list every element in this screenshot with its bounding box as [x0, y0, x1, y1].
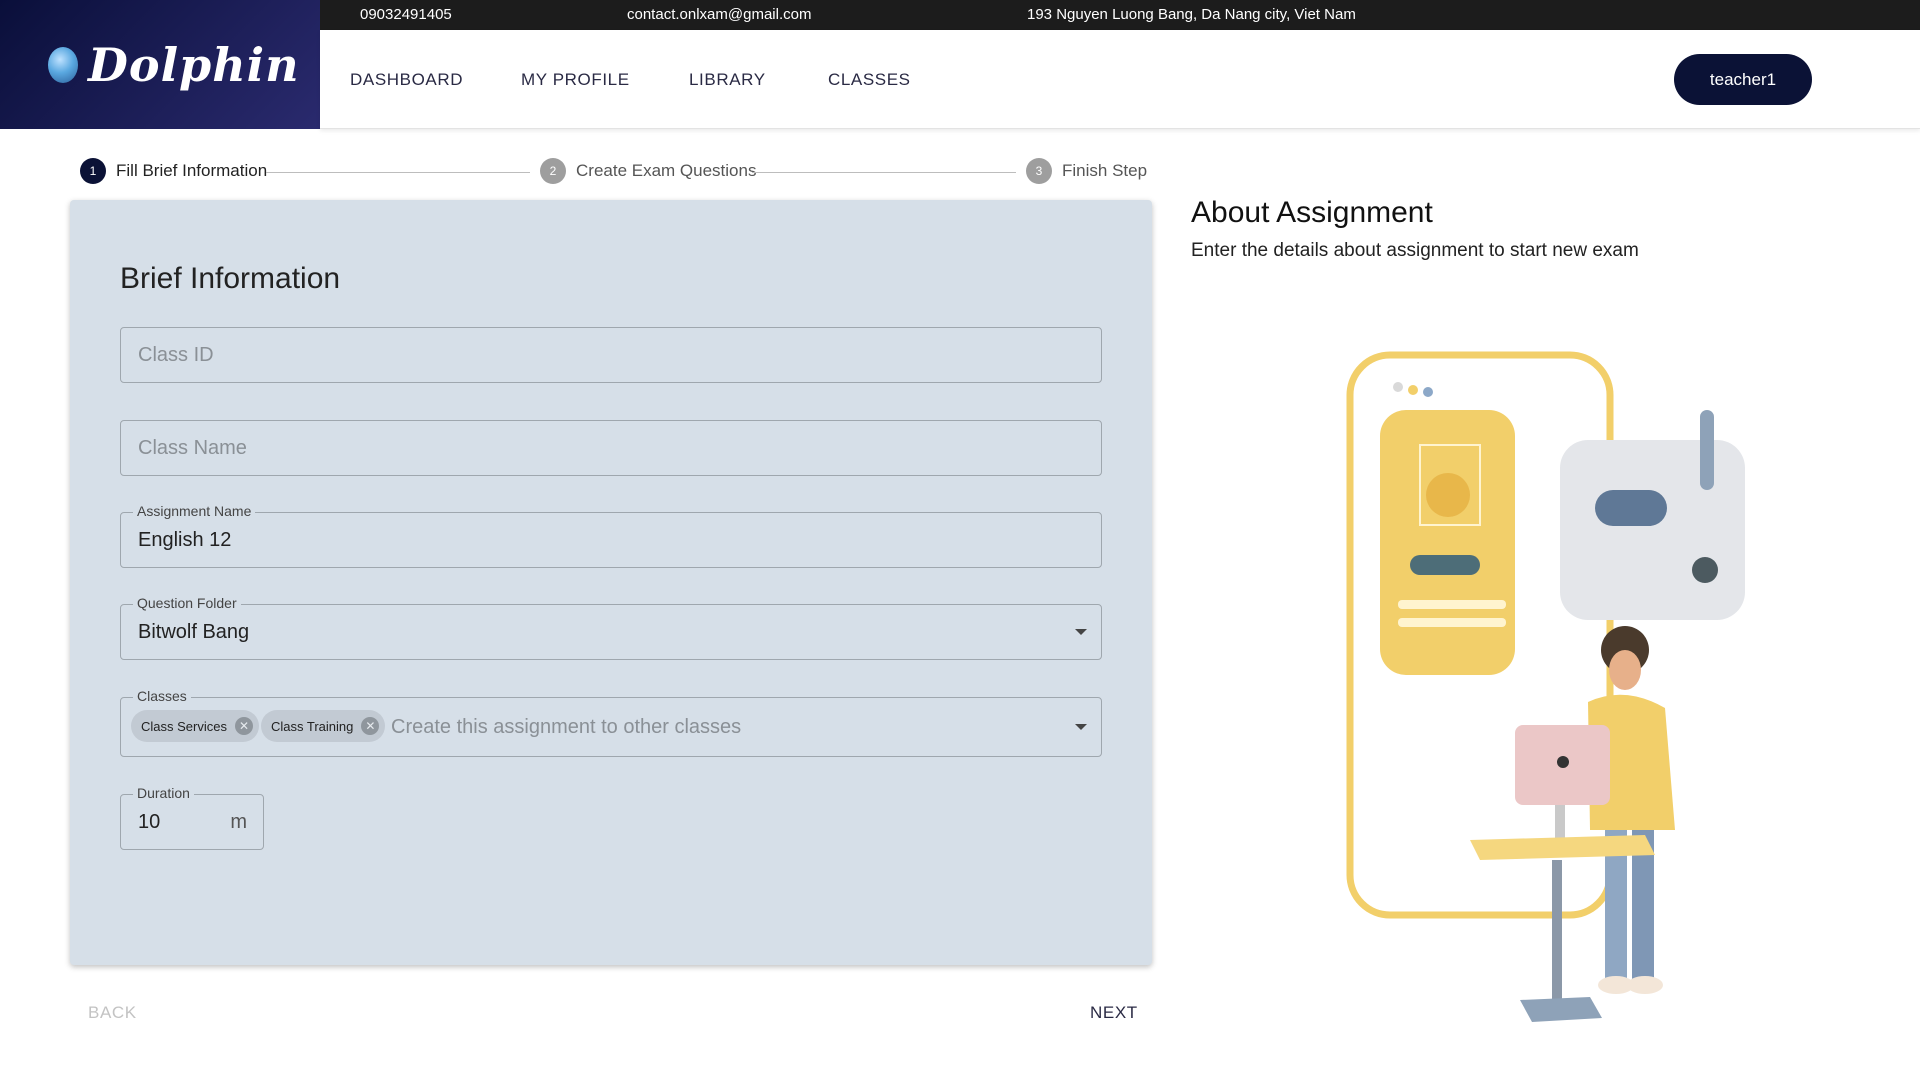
caret-down-icon[interactable] [1075, 629, 1087, 635]
step-connector [752, 172, 1016, 173]
class-name-field[interactable]: Class Name [120, 420, 1102, 476]
caret-down-icon[interactable] [1075, 724, 1087, 730]
question-folder-select[interactable]: Question Folder Bitwolf Bang [120, 595, 1102, 660]
desk-top [1470, 835, 1655, 860]
classes-label: Classes [133, 688, 191, 704]
main-navbar: DASHBOARD MY PROFILE LIBRARY CLASSES tea… [320, 30, 1920, 129]
desk-base [1520, 997, 1602, 1022]
globe-icon [48, 46, 78, 83]
nav-classes[interactable]: CLASSES [828, 70, 911, 90]
cancel-circle-icon[interactable]: ✕ [234, 717, 253, 735]
brand-name: Dolphin [88, 37, 300, 92]
chip-label: Class Services [141, 718, 227, 734]
duration-unit: m [230, 811, 247, 833]
step-label: Create Exam Questions [576, 161, 757, 180]
nav-my-profile[interactable]: MY PROFILE [521, 70, 630, 90]
step-1: 1 Fill Brief Information [80, 158, 267, 184]
avatar [1426, 473, 1470, 517]
duration-value: 10 [138, 811, 161, 833]
card-line [1398, 618, 1506, 627]
classes-placeholder: Create this assignment to other classes [391, 716, 742, 738]
brand-logo[interactable]: Dolphin [0, 0, 320, 129]
card-line [1398, 600, 1506, 609]
contact-phone: 09032491405 [360, 6, 452, 23]
nav-library[interactable]: LIBRARY [689, 70, 766, 90]
about-subtitle: Enter the details about assignment to st… [1191, 240, 1639, 261]
contact-address: 193 Nguyen Luong Bang, Da Nang city, Vie… [1027, 6, 1356, 23]
assignment-illustration [1346, 351, 1745, 1022]
dot [1408, 385, 1418, 395]
desk-pole [1552, 860, 1562, 1000]
step-number: 2 [540, 158, 566, 184]
cancel-circle-icon[interactable]: ✕ [361, 717, 380, 735]
brief-information-card: Brief Information Class ID Class Name As… [70, 200, 1152, 965]
step-connector [266, 172, 530, 173]
contact-email: contact.onlxam@gmail.com [627, 6, 812, 23]
nav-dashboard[interactable]: DASHBOARD [350, 70, 463, 90]
form-title: Brief Information [120, 262, 341, 295]
class-id-field[interactable]: Class ID [120, 327, 1102, 383]
step-label: Finish Step [1062, 161, 1148, 180]
toggle-card [1560, 440, 1745, 620]
next-button[interactable]: NEXT [1090, 1003, 1138, 1023]
back-button[interactable]: BACK [88, 1003, 137, 1023]
about-title: About Assignment [1191, 196, 1433, 229]
indicator-dot [1692, 557, 1718, 583]
class-chip: Class Services ✕ [131, 710, 259, 742]
laptop-stand [1555, 805, 1565, 840]
class-chip: Class Training ✕ [261, 710, 386, 742]
user-menu-button[interactable]: teacher1 [1674, 54, 1812, 105]
apple-logo-icon [1557, 756, 1569, 768]
chip-label: Class Training [271, 718, 354, 734]
question-folder-label: Question Folder [133, 595, 241, 611]
step-label: Fill Brief Information [116, 161, 268, 180]
duration-label: Duration [133, 785, 194, 801]
step-number: 3 [1026, 158, 1052, 184]
question-folder-value: Bitwolf Bang [138, 621, 250, 643]
assignment-name-field[interactable]: Assignment Name English 12 [120, 503, 1102, 568]
face [1609, 650, 1641, 690]
step-3: 3 Finish Step [1026, 158, 1147, 184]
dot [1423, 387, 1433, 397]
step-number: 1 [80, 158, 106, 184]
card-pill [1410, 555, 1480, 575]
pen [1700, 410, 1714, 490]
contact-bar: 09032491405 contact.onlxam@gmail.com 193… [320, 0, 1920, 30]
assignment-name-value: English 12 [138, 529, 232, 551]
step-2: 2 Create Exam Questions [540, 158, 756, 184]
toggle-switch [1595, 490, 1667, 526]
duration-field[interactable]: Duration 10 m [120, 785, 264, 850]
classes-multiselect[interactable]: Classes Class Services ✕ Class Training … [120, 688, 1102, 757]
profile-card [1380, 410, 1515, 675]
assignment-name-label: Assignment Name [133, 503, 256, 519]
class-name-placeholder: Class Name [138, 437, 247, 459]
class-id-placeholder: Class ID [138, 344, 214, 366]
dot [1393, 382, 1403, 392]
shoe [1627, 976, 1663, 994]
